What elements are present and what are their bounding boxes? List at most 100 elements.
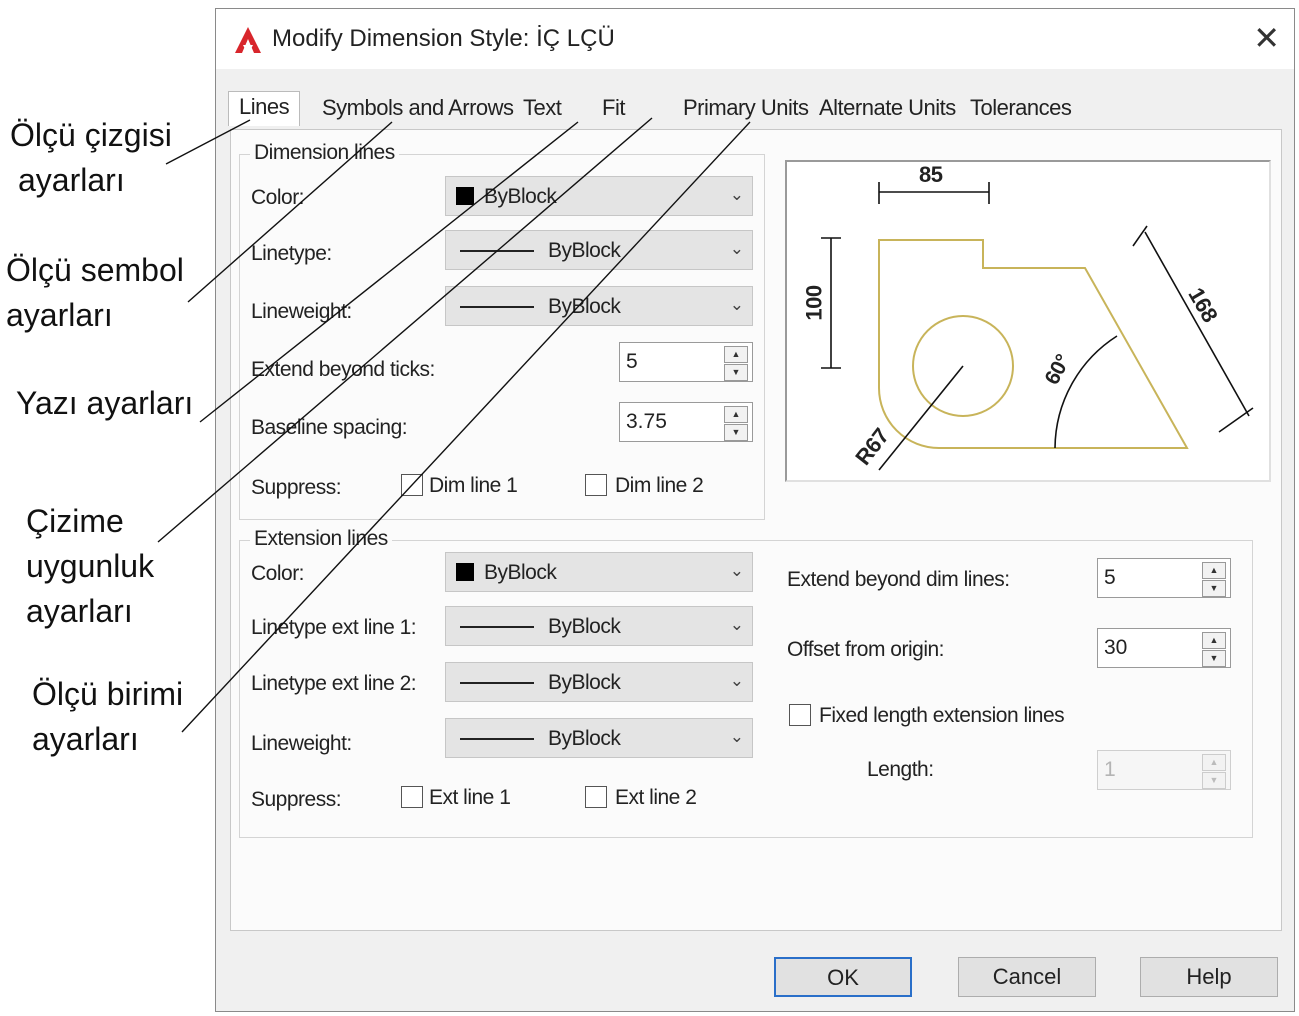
linetype-ext-line-1-value: ByBlock [548, 615, 621, 638]
offset-from-origin-spinner[interactable]: 30 ▲ ▼ [1097, 628, 1231, 668]
lineweight-sample [460, 306, 534, 308]
baseline-spacing-label: Baseline spacing: [251, 416, 408, 439]
chevron-down-icon: ⌄ [729, 561, 744, 580]
ext-lineweight-value: ByBlock [548, 727, 621, 750]
tab-tolerances[interactable]: Tolerances [970, 95, 1072, 121]
dim-lineweight-label: Lineweight: [251, 300, 352, 323]
ext-color-dropdown[interactable]: ByBlock ⌄ [445, 552, 753, 592]
annotation-symbol-settings-line2: ayarları [6, 296, 113, 333]
chevron-down-icon: ⌄ [729, 727, 744, 746]
linetype-sample [460, 626, 534, 628]
preview-dimensions [821, 182, 1254, 471]
annotation-unit-settings: Ölçü birimi ayarları [32, 672, 183, 762]
ext-suppress-label: Suppress: [251, 788, 342, 811]
annotation-unit-settings-line2: ayarları [32, 720, 139, 757]
dim-line-1-label: Dim line 1 [429, 474, 518, 497]
ok-button[interactable]: OK [774, 957, 912, 997]
spinner-buttons: ▲ ▼ [724, 346, 748, 381]
annotation-unit-settings-line1: Ölçü birimi [32, 676, 184, 712]
lines-tab-panel: Dimension lines Color: ByBlock ⌄ Linetyp… [230, 129, 1282, 931]
dim-line-2-checkbox[interactable] [585, 474, 607, 496]
dim-lineweight-value: ByBlock [548, 295, 621, 318]
linetype-sample [460, 250, 534, 252]
baseline-spacing-value: 3.75 [626, 410, 667, 433]
extend-beyond-ticks-label: Extend beyond ticks: [251, 358, 435, 381]
autocad-logo-icon [235, 27, 261, 53]
spin-up-icon[interactable]: ▲ [1202, 754, 1226, 771]
annotation-line-settings: Ölçü çizgisi ayarları [10, 113, 172, 203]
dim-linetype-label: Linetype: [251, 242, 332, 265]
spin-up-icon[interactable]: ▲ [724, 346, 748, 363]
tab-fit[interactable]: Fit [602, 95, 625, 121]
dimension-lines-title: Dimension lines [250, 141, 399, 165]
extension-lines-title: Extension lines [250, 527, 392, 551]
chevron-down-icon: ⌄ [729, 295, 744, 314]
fixed-length-checkbox[interactable] [789, 704, 811, 726]
linetype-ext-line-2-label: Linetype ext line 2: [251, 672, 417, 695]
preview-dim-top: 85 [919, 162, 943, 187]
ext-line-1-label: Ext line 1 [429, 786, 511, 809]
tab-strip: Lines Symbols and Arrows Text Fit Primar… [228, 91, 1278, 131]
ext-line-2-label: Ext line 2 [615, 786, 697, 809]
dimension-preview: 85 100 168 60° R67 [785, 160, 1271, 482]
ext-lineweight-dropdown[interactable]: ByBlock ⌄ [445, 718, 753, 758]
spin-up-icon[interactable]: ▲ [1202, 562, 1226, 579]
dialog-title: Modify Dimension Style: İÇ LÇÜ [272, 25, 615, 52]
extend-beyond-dim-lines-value: 5 [1104, 566, 1116, 589]
ext-line-1-checkbox[interactable] [401, 786, 423, 808]
help-button[interactable]: Help [1140, 957, 1278, 997]
ext-color-label: Color: [251, 562, 305, 585]
annotation-fit-settings-line1: Çizime [26, 503, 124, 539]
tab-symbols-and-arrows[interactable]: Symbols and Arrows [322, 95, 514, 121]
dim-color-value: ByBlock [484, 185, 557, 208]
spin-down-icon[interactable]: ▼ [1202, 580, 1226, 597]
color-swatch [456, 563, 474, 581]
spin-down-icon[interactable]: ▼ [1202, 650, 1226, 667]
title-bar: Modify Dimension Style: İÇ LÇÜ ✕ [216, 9, 1294, 69]
length-spinner[interactable]: 1 ▲ ▼ [1097, 750, 1231, 790]
tab-text[interactable]: Text [523, 95, 562, 121]
spin-down-icon[interactable]: ▼ [724, 364, 748, 381]
spin-down-icon[interactable]: ▼ [724, 424, 748, 441]
ext-line-2-checkbox[interactable] [585, 786, 607, 808]
annotation-symbol-settings-line1: Ölçü sembol [6, 252, 184, 288]
preview-shape [878, 239, 1189, 449]
spinner-buttons: ▲ ▼ [1202, 754, 1226, 789]
extend-beyond-ticks-value: 5 [626, 350, 638, 373]
spinner-buttons: ▲ ▼ [724, 406, 748, 441]
dim-line-1-checkbox[interactable] [401, 474, 423, 496]
extend-beyond-dim-lines-label: Extend beyond dim lines: [787, 568, 1010, 591]
offset-from-origin-value: 30 [1104, 636, 1128, 659]
spin-up-icon[interactable]: ▲ [724, 406, 748, 423]
chevron-down-icon: ⌄ [729, 671, 744, 690]
linetype-ext-line-2-dropdown[interactable]: ByBlock ⌄ [445, 662, 753, 702]
linetype-ext-line-2-value: ByBlock [548, 671, 621, 694]
tab-primary-units[interactable]: Primary Units [683, 95, 809, 121]
tab-alternate-units[interactable]: Alternate Units [819, 95, 956, 121]
annotation-fit-settings-line2: uygunluk [26, 547, 155, 584]
annotation-text-settings-line1: Yazı ayarları [16, 385, 194, 421]
length-value: 1 [1104, 758, 1116, 781]
annotation-text-settings: Yazı ayarları [16, 381, 193, 426]
extend-beyond-dim-lines-spinner[interactable]: 5 ▲ ▼ [1097, 558, 1231, 598]
chevron-down-icon: ⌄ [729, 239, 744, 258]
cancel-button[interactable]: Cancel [958, 957, 1096, 997]
annotation-fit-settings-line3: ayarları [26, 592, 133, 629]
spinner-buttons: ▲ ▼ [1202, 632, 1226, 667]
linetype-ext-line-1-label: Linetype ext line 1: [251, 616, 417, 639]
dim-line-2-label: Dim line 2 [615, 474, 704, 497]
dim-color-label: Color: [251, 186, 305, 209]
spinner-buttons: ▲ ▼ [1202, 562, 1226, 597]
dim-suppress-label: Suppress: [251, 476, 342, 499]
tab-lines[interactable]: Lines [228, 91, 301, 126]
spin-up-icon[interactable]: ▲ [1202, 632, 1226, 649]
spin-down-icon[interactable]: ▼ [1202, 772, 1226, 789]
dim-linetype-dropdown[interactable]: ByBlock ⌄ [445, 230, 753, 270]
extend-beyond-ticks-spinner[interactable]: 5 ▲ ▼ [619, 342, 753, 382]
baseline-spacing-spinner[interactable]: 3.75 ▲ ▼ [619, 402, 753, 442]
fixed-length-label: Fixed length extension lines [819, 704, 1065, 727]
dim-color-dropdown[interactable]: ByBlock ⌄ [445, 176, 753, 216]
close-icon[interactable]: ✕ [1253, 19, 1280, 57]
linetype-ext-line-1-dropdown[interactable]: ByBlock ⌄ [445, 606, 753, 646]
dim-lineweight-dropdown[interactable]: ByBlock ⌄ [445, 286, 753, 326]
